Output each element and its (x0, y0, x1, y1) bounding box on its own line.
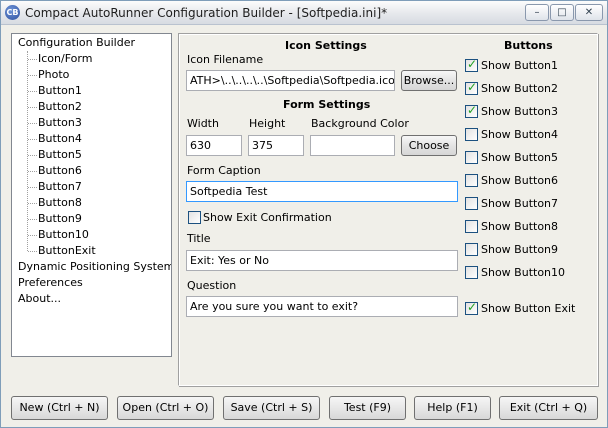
question-label: Question (187, 279, 237, 292)
tree-connector (28, 235, 37, 236)
minimize-button[interactable]: – (525, 4, 549, 21)
choose-color-button[interactable]: Choose (401, 135, 457, 156)
show-button2-label[interactable]: Show Button2 (481, 82, 558, 95)
icon-filename-label: Icon Filename (187, 53, 264, 66)
help-button[interactable]: Help (F1) (414, 396, 491, 420)
background-color-label: Background Color (311, 117, 409, 130)
tree-item-about[interactable]: About... (18, 291, 61, 307)
height-field[interactable]: 375 (248, 135, 304, 156)
form-caption-label: Form Caption (187, 164, 261, 177)
maximize-button[interactable]: □ (550, 4, 574, 21)
main-window: CB Compact AutoRunner Configuration Buil… (0, 0, 608, 428)
browse-button[interactable]: Browse... (401, 70, 457, 91)
title-bar[interactable]: CB Compact AutoRunner Configuration Buil… (1, 1, 607, 25)
tree-item-button8[interactable]: Button8 (38, 195, 82, 211)
tree-connector (28, 91, 37, 92)
tree-connector (28, 171, 37, 172)
show-button8-label[interactable]: Show Button8 (481, 220, 558, 233)
config-tree[interactable]: Configuration Builder Icon/Form Photo Bu… (11, 33, 172, 357)
title-field[interactable]: Exit: Yes or No (186, 250, 458, 271)
question-field[interactable]: Are you sure you want to exit? (186, 296, 458, 317)
show-button9-label[interactable]: Show Button9 (481, 243, 558, 256)
close-button[interactable]: ✕ (575, 4, 603, 21)
tree-item-button3[interactable]: Button3 (38, 115, 82, 131)
show-button4-label[interactable]: Show Button4 (481, 128, 558, 141)
show-button1-label[interactable]: Show Button1 (481, 59, 558, 72)
window-title: Compact AutoRunner Configuration Builder… (25, 6, 388, 20)
width-label: Width (187, 117, 219, 130)
tree-item-buttonexit[interactable]: ButtonExit (38, 243, 96, 259)
tree-connector (28, 139, 37, 140)
tree-connector (28, 155, 37, 156)
tree-item-dynamic-positioning[interactable]: Dynamic Positioning System (18, 259, 171, 275)
show-exit-confirmation-checkbox[interactable] (188, 211, 201, 224)
tree-item-button9[interactable]: Button9 (38, 211, 82, 227)
buttons-heading: Buttons (504, 39, 553, 52)
tree-connector (28, 219, 37, 220)
show-button6-checkbox[interactable] (465, 174, 478, 187)
tree-item-button4[interactable]: Button4 (38, 131, 82, 147)
height-label: Height (249, 117, 286, 130)
show-button10-label[interactable]: Show Button10 (481, 266, 565, 279)
open-button[interactable]: Open (Ctrl + O) (117, 396, 214, 420)
background-color-field[interactable] (310, 135, 395, 156)
title-label: Title (187, 232, 211, 245)
tree-connector (28, 75, 37, 76)
show-button3-label[interactable]: Show Button3 (481, 105, 558, 118)
tree-item-icon-form[interactable]: Icon/Form (38, 51, 92, 67)
show-button3-checkbox[interactable] (465, 103, 478, 118)
form-caption-field[interactable]: Softpedia Test (186, 181, 458, 202)
show-button2-checkbox[interactable] (465, 80, 478, 95)
new-button[interactable]: New (Ctrl + N) (11, 396, 108, 420)
width-field[interactable]: 630 (186, 135, 242, 156)
show-button-exit-label[interactable]: Show Button Exit (481, 302, 575, 315)
tree-item-button7[interactable]: Button7 (38, 179, 82, 195)
tree-connector (28, 203, 37, 204)
tree-connector (28, 59, 37, 60)
show-button7-label[interactable]: Show Button7 (481, 197, 558, 210)
icon-settings-heading: Icon Settings (285, 39, 367, 52)
tree-connector (28, 107, 37, 108)
tree-item-button5[interactable]: Button5 (38, 147, 82, 163)
tree-item-button2[interactable]: Button2 (38, 99, 82, 115)
save-button[interactable]: Save (Ctrl + S) (223, 396, 320, 420)
show-button4-checkbox[interactable] (465, 128, 478, 141)
tree-connector (28, 123, 37, 124)
tree-item-photo[interactable]: Photo (38, 67, 69, 83)
tree-item-preferences[interactable]: Preferences (18, 275, 83, 291)
show-button8-checkbox[interactable] (465, 220, 478, 233)
show-button7-checkbox[interactable] (465, 197, 478, 210)
form-settings-heading: Form Settings (283, 98, 371, 111)
show-button5-checkbox[interactable] (465, 151, 478, 164)
tree-item-button6[interactable]: Button6 (38, 163, 82, 179)
show-exit-confirmation-label[interactable]: Show Exit Confirmation (203, 211, 332, 224)
icon-filename-field[interactable]: ATH>\..\..\..\..\Softpedia\Softpedia.ico (186, 70, 395, 91)
show-button5-label[interactable]: Show Button5 (481, 151, 558, 164)
test-button[interactable]: Test (F9) (329, 396, 406, 420)
show-button10-checkbox[interactable] (465, 266, 478, 279)
show-button9-checkbox[interactable] (465, 243, 478, 256)
tree-connector (27, 51, 28, 251)
app-icon: CB (5, 5, 20, 20)
tree-item-configuration-builder[interactable]: Configuration Builder (18, 35, 135, 51)
show-button1-checkbox[interactable] (465, 57, 478, 72)
show-button-exit-checkbox[interactable] (465, 300, 478, 315)
exit-button[interactable]: Exit (Ctrl + Q) (499, 396, 598, 420)
tree-item-button1[interactable]: Button1 (38, 83, 82, 99)
tree-item-button10[interactable]: Button10 (38, 227, 89, 243)
show-button6-label[interactable]: Show Button6 (481, 174, 558, 187)
tree-connector (28, 187, 37, 188)
tree-connector (28, 251, 37, 252)
